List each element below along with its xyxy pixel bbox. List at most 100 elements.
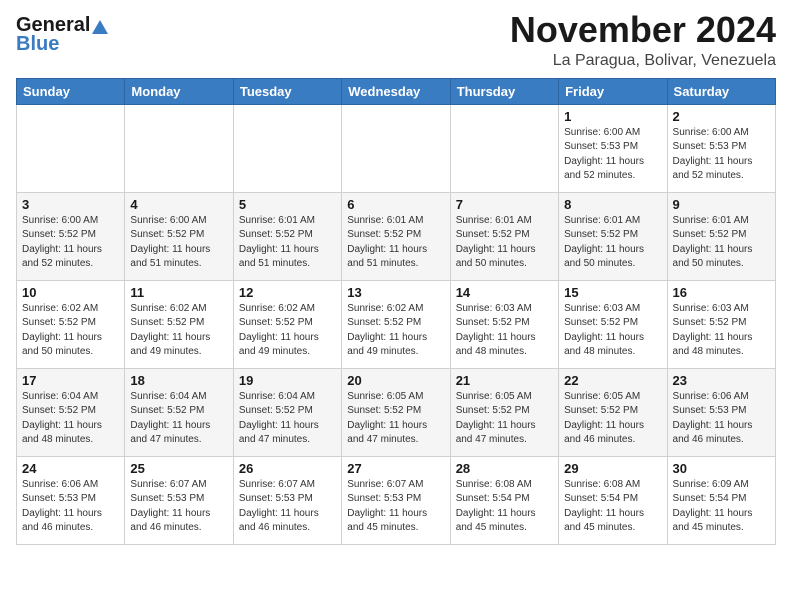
calendar-cell: 2 Sunrise: 6:00 AM Sunset: 5:53 PM Daylig… — [667, 104, 775, 192]
day-info: Sunrise: 6:07 AM Sunset: 5:53 PM Dayligh… — [347, 478, 444, 536]
day-number: 5 — [239, 197, 336, 212]
day-info: Sunrise: 6:00 AM Sunset: 5:53 PM Dayligh… — [673, 126, 770, 184]
calendar-cell: 8Sunrise: 6:01 AM Sunset: 5:52 PM Daylig… — [559, 192, 667, 280]
day-number: 2 — [673, 109, 770, 124]
day-number: 17 — [22, 373, 119, 388]
day-number: 19 — [239, 373, 336, 388]
day-info: Sunrise: 6:01 AM Sunset: 5:52 PM Dayligh… — [347, 214, 444, 272]
day-number: 25 — [130, 461, 227, 476]
weekday-header-monday: Monday — [125, 78, 233, 104]
day-number: 22 — [564, 373, 661, 388]
calendar-cell: 16 Sunrise: 6:03 AM Sunset: 5:52 PM Dayli… — [667, 280, 775, 368]
day-number: 7 — [456, 197, 553, 212]
weekday-header-row: SundayMondayTuesdayWednesdayThursdayFrid… — [17, 78, 776, 104]
calendar-cell: 14 Sunrise: 6:03 AM Sunset: 5:52 PM Dayli… — [450, 280, 558, 368]
calendar-cell: 24 Sunrise: 6:06 AM Sunset: 5:53 PM Dayli… — [17, 456, 125, 544]
day-number: 6 — [347, 197, 444, 212]
day-info: Sunrise: 6:03 AM Sunset: 5:52 PM Dayligh… — [456, 302, 553, 360]
day-number: 20 — [347, 373, 444, 388]
calendar-cell: 9Sunrise: 6:01 AM Sunset: 5:52 PM Daylig… — [667, 192, 775, 280]
calendar-cell: 28Sunrise: 6:08 AM Sunset: 5:54 PM Dayli… — [450, 456, 558, 544]
logo-blue: Blue — [16, 33, 59, 56]
day-info: Sunrise: 6:04 AM Sunset: 5:52 PM Dayligh… — [239, 390, 336, 448]
day-info: Sunrise: 6:06 AM Sunset: 5:53 PM Dayligh… — [673, 390, 770, 448]
weekday-header-friday: Friday — [559, 78, 667, 104]
calendar-cell — [125, 104, 233, 192]
day-number: 24 — [22, 461, 119, 476]
calendar-cell: 21 Sunrise: 6:05 AM Sunset: 5:52 PM Dayli… — [450, 368, 558, 456]
day-number: 4 — [130, 197, 227, 212]
day-info: Sunrise: 6:05 AM Sunset: 5:52 PM Dayligh… — [456, 390, 553, 448]
week-row-2: 10 Sunrise: 6:02 AM Sunset: 5:52 PM Dayli… — [17, 280, 776, 368]
week-row-1: 3 Sunrise: 6:00 AM Sunset: 5:52 PM Daylig… — [17, 192, 776, 280]
calendar-table: SundayMondayTuesdayWednesdayThursdayFrid… — [16, 78, 776, 545]
day-number: 10 — [22, 285, 119, 300]
day-info: Sunrise: 6:02 AM Sunset: 5:52 PM Dayligh… — [347, 302, 444, 360]
day-info: Sunrise: 6:02 AM Sunset: 5:52 PM Dayligh… — [130, 302, 227, 360]
day-info: Sunrise: 6:07 AM Sunset: 5:53 PM Dayligh… — [239, 478, 336, 536]
day-info: Sunrise: 6:03 AM Sunset: 5:52 PM Dayligh… — [564, 302, 661, 360]
day-number: 21 — [456, 373, 553, 388]
week-row-0: 1 Sunrise: 6:00 AM Sunset: 5:53 PM Daylig… — [17, 104, 776, 192]
calendar-cell: 1 Sunrise: 6:00 AM Sunset: 5:53 PM Daylig… — [559, 104, 667, 192]
week-row-3: 17 Sunrise: 6:04 AM Sunset: 5:52 PM Dayli… — [17, 368, 776, 456]
day-info: Sunrise: 6:05 AM Sunset: 5:52 PM Dayligh… — [347, 390, 444, 448]
calendar-cell: 4 Sunrise: 6:00 AM Sunset: 5:52 PM Daylig… — [125, 192, 233, 280]
day-info: Sunrise: 6:05 AM Sunset: 5:52 PM Dayligh… — [564, 390, 661, 448]
calendar-cell: 5 Sunrise: 6:01 AM Sunset: 5:52 PM Daylig… — [233, 192, 341, 280]
day-number: 26 — [239, 461, 336, 476]
day-info: Sunrise: 6:04 AM Sunset: 5:52 PM Dayligh… — [22, 390, 119, 448]
logo-triangle-icon — [91, 18, 109, 36]
day-info: Sunrise: 6:06 AM Sunset: 5:53 PM Dayligh… — [22, 478, 119, 536]
calendar-cell: 10 Sunrise: 6:02 AM Sunset: 5:52 PM Dayli… — [17, 280, 125, 368]
day-number: 12 — [239, 285, 336, 300]
day-info: Sunrise: 6:03 AM Sunset: 5:52 PM Dayligh… — [673, 302, 770, 360]
day-number: 16 — [673, 285, 770, 300]
calendar-cell: 23 Sunrise: 6:06 AM Sunset: 5:53 PM Dayli… — [667, 368, 775, 456]
day-number: 27 — [347, 461, 444, 476]
day-info: Sunrise: 6:00 AM Sunset: 5:52 PM Dayligh… — [22, 214, 119, 272]
day-info: Sunrise: 6:04 AM Sunset: 5:52 PM Dayligh… — [130, 390, 227, 448]
calendar-cell — [342, 104, 450, 192]
day-info: Sunrise: 6:00 AM Sunset: 5:53 PM Dayligh… — [564, 126, 661, 184]
title-block: November 2024 La Paragua, Bolivar, Venez… — [510, 10, 776, 70]
calendar-cell: 17 Sunrise: 6:04 AM Sunset: 5:52 PM Dayli… — [17, 368, 125, 456]
day-info: Sunrise: 6:08 AM Sunset: 5:54 PM Dayligh… — [564, 478, 661, 536]
day-number: 9 — [673, 197, 770, 212]
weekday-header-wednesday: Wednesday — [342, 78, 450, 104]
day-number: 30 — [673, 461, 770, 476]
calendar-cell: 11Sunrise: 6:02 AM Sunset: 5:52 PM Dayli… — [125, 280, 233, 368]
calendar-cell: 18 Sunrise: 6:04 AM Sunset: 5:52 PM Dayli… — [125, 368, 233, 456]
day-number: 15 — [564, 285, 661, 300]
calendar-cell: 3 Sunrise: 6:00 AM Sunset: 5:52 PM Daylig… — [17, 192, 125, 280]
day-info: Sunrise: 6:02 AM Sunset: 5:52 PM Dayligh… — [22, 302, 119, 360]
day-info: Sunrise: 6:09 AM Sunset: 5:54 PM Dayligh… — [673, 478, 770, 536]
day-info: Sunrise: 6:02 AM Sunset: 5:52 PM Dayligh… — [239, 302, 336, 360]
calendar-cell — [233, 104, 341, 192]
calendar-cell: 26 Sunrise: 6:07 AM Sunset: 5:53 PM Dayli… — [233, 456, 341, 544]
day-info: Sunrise: 6:00 AM Sunset: 5:52 PM Dayligh… — [130, 214, 227, 272]
day-number: 28 — [456, 461, 553, 476]
month-title: November 2024 — [510, 10, 776, 50]
day-number: 23 — [673, 373, 770, 388]
day-info: Sunrise: 6:01 AM Sunset: 5:52 PM Dayligh… — [239, 214, 336, 272]
calendar-cell: 27 Sunrise: 6:07 AM Sunset: 5:53 PM Dayli… — [342, 456, 450, 544]
day-number: 18 — [130, 373, 227, 388]
day-number: 14 — [456, 285, 553, 300]
calendar-cell: 22 Sunrise: 6:05 AM Sunset: 5:52 PM Dayli… — [559, 368, 667, 456]
weekday-header-saturday: Saturday — [667, 78, 775, 104]
calendar-page: General Blue November 2024 La Paragua, B… — [0, 0, 792, 561]
day-info: Sunrise: 6:01 AM Sunset: 5:52 PM Dayligh… — [564, 214, 661, 272]
calendar-cell — [450, 104, 558, 192]
week-row-4: 24 Sunrise: 6:06 AM Sunset: 5:53 PM Dayli… — [17, 456, 776, 544]
calendar-cell: 7 Sunrise: 6:01 AM Sunset: 5:52 PM Daylig… — [450, 192, 558, 280]
day-number: 29 — [564, 461, 661, 476]
calendar-cell: 29 Sunrise: 6:08 AM Sunset: 5:54 PM Dayli… — [559, 456, 667, 544]
calendar-cell: 12 Sunrise: 6:02 AM Sunset: 5:52 PM Dayli… — [233, 280, 341, 368]
day-number: 13 — [347, 285, 444, 300]
day-number: 1 — [564, 109, 661, 124]
calendar-cell: 30 Sunrise: 6:09 AM Sunset: 5:54 PM Dayli… — [667, 456, 775, 544]
day-number: 3 — [22, 197, 119, 212]
calendar-cell: 15 Sunrise: 6:03 AM Sunset: 5:52 PM Dayli… — [559, 280, 667, 368]
day-info: Sunrise: 6:01 AM Sunset: 5:52 PM Dayligh… — [456, 214, 553, 272]
